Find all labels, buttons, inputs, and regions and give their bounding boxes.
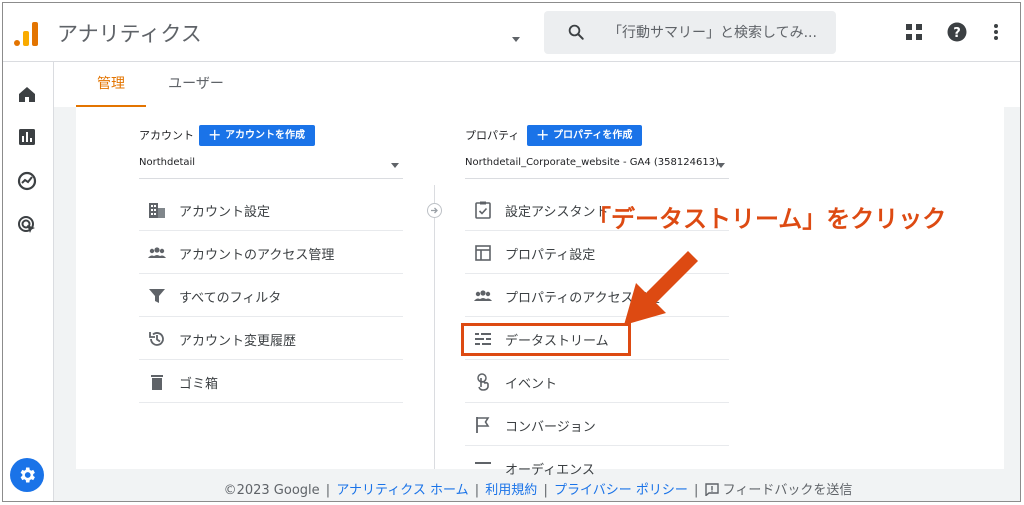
property-selector-value: Northdetail_Corporate_website - GA4 (358… — [465, 157, 719, 168]
trash-icon — [151, 375, 163, 390]
checklist-icon — [475, 201, 491, 219]
people-icon — [148, 247, 166, 258]
help-icon[interactable]: ? — [947, 22, 967, 42]
account-selector-value: Northdetail — [139, 157, 196, 168]
menu-item-events[interactable]: イベント — [465, 360, 729, 403]
building-icon — [149, 203, 165, 218]
app-title: アナリティクス — [57, 22, 202, 46]
feedback-button[interactable]: フィードバックを送信 — [704, 483, 853, 498]
menu-item-label: アカウントのアクセス管理 — [179, 248, 335, 263]
menu-item-conversions[interactable]: コンバージョン — [465, 403, 729, 446]
flag-icon — [476, 417, 490, 433]
menu-item-change-history[interactable]: アカウント変更履歴 — [139, 317, 403, 360]
people-icon — [474, 290, 492, 301]
audience-icon — [475, 462, 491, 464]
layout-icon — [475, 245, 491, 261]
footer-link-terms[interactable]: 利用規約 — [485, 483, 537, 498]
highlight-box — [461, 323, 631, 356]
menu-item-label: イベント — [505, 377, 558, 392]
annotation-text: 「データストリーム」をクリック — [587, 205, 947, 233]
gear-icon — [20, 467, 35, 483]
left-nav — [3, 62, 54, 501]
menu-item-trash[interactable]: ゴミ箱 — [139, 360, 403, 403]
admin-settings-button[interactable] — [10, 458, 44, 492]
footer: ©2023 Google | アナリティクス ホーム | 利用規約 | プライバ… — [223, 483, 853, 498]
copyright-text: ©2023 Google — [223, 483, 320, 498]
property-picker-chevron-down-icon[interactable] — [512, 37, 520, 42]
chevron-down-icon — [391, 163, 399, 168]
analytics-logo-icon[interactable] — [14, 20, 40, 46]
menu-item-account-settings[interactable]: アカウント設定 — [139, 188, 403, 231]
menu-item-all-filters[interactable]: すべてのフィルタ — [139, 274, 403, 317]
arrow-right-circle-icon — [427, 203, 442, 218]
feedback-label: フィードバックを送信 — [722, 483, 853, 498]
apps-grid-icon[interactable] — [905, 23, 923, 41]
pointer-arrow-icon — [624, 251, 698, 325]
create-account-button[interactable]: アカウントを作成 — [199, 124, 315, 146]
menu-item-label: ゴミ箱 — [179, 377, 219, 392]
home-icon[interactable] — [16, 83, 38, 105]
reports-icon[interactable] — [16, 126, 38, 148]
column-divider — [434, 185, 435, 469]
advertising-icon[interactable] — [16, 214, 38, 236]
feedback-icon — [704, 483, 719, 497]
create-property-button[interactable]: プロパティを作成 — [527, 124, 643, 146]
menu-item-label: オーディエンス — [505, 463, 595, 478]
account-selector[interactable]: Northdetail — [139, 157, 403, 179]
tab-admin[interactable]: 管理 — [76, 62, 146, 107]
property-selector[interactable]: Northdetail_Corporate_website - GA4 (358… — [465, 157, 729, 179]
menu-item-label: プロパティ設定 — [505, 248, 596, 263]
admin-panel: アカウント アカウントを作成 Northdetail アカウント設定 アカウント… — [76, 107, 1004, 478]
touch-icon — [477, 373, 489, 391]
menu-item-label: コンバージョン — [505, 420, 596, 435]
property-heading: プロパティ — [465, 129, 520, 142]
menu-item-label: アカウント設定 — [179, 205, 271, 220]
more-vert-icon[interactable] — [993, 23, 999, 41]
svg-text:?: ? — [953, 26, 961, 41]
footer-link-home[interactable]: アナリティクス ホーム — [336, 483, 468, 498]
filter-icon — [149, 289, 165, 303]
tab-user[interactable]: ユーザー — [156, 62, 236, 107]
admin-tabs: 管理 ユーザー — [54, 62, 1020, 107]
search-icon — [568, 24, 584, 40]
menu-item-label: すべてのフィルタ — [179, 291, 282, 306]
explore-icon[interactable] — [16, 170, 38, 192]
app-window: アナリティクス ? — [2, 2, 1021, 502]
chevron-down-icon — [717, 163, 725, 168]
menu-item-account-access[interactable]: アカウントのアクセス管理 — [139, 231, 403, 274]
footer-link-privacy[interactable]: プライバシー ポリシー — [554, 483, 688, 498]
account-heading: アカウント — [139, 129, 194, 142]
history-icon — [149, 332, 164, 346]
top-header: アナリティクス ? — [3, 3, 1020, 62]
menu-item-label: アカウント変更履歴 — [179, 334, 297, 349]
search-input[interactable] — [608, 22, 828, 44]
search-box[interactable] — [544, 11, 836, 54]
